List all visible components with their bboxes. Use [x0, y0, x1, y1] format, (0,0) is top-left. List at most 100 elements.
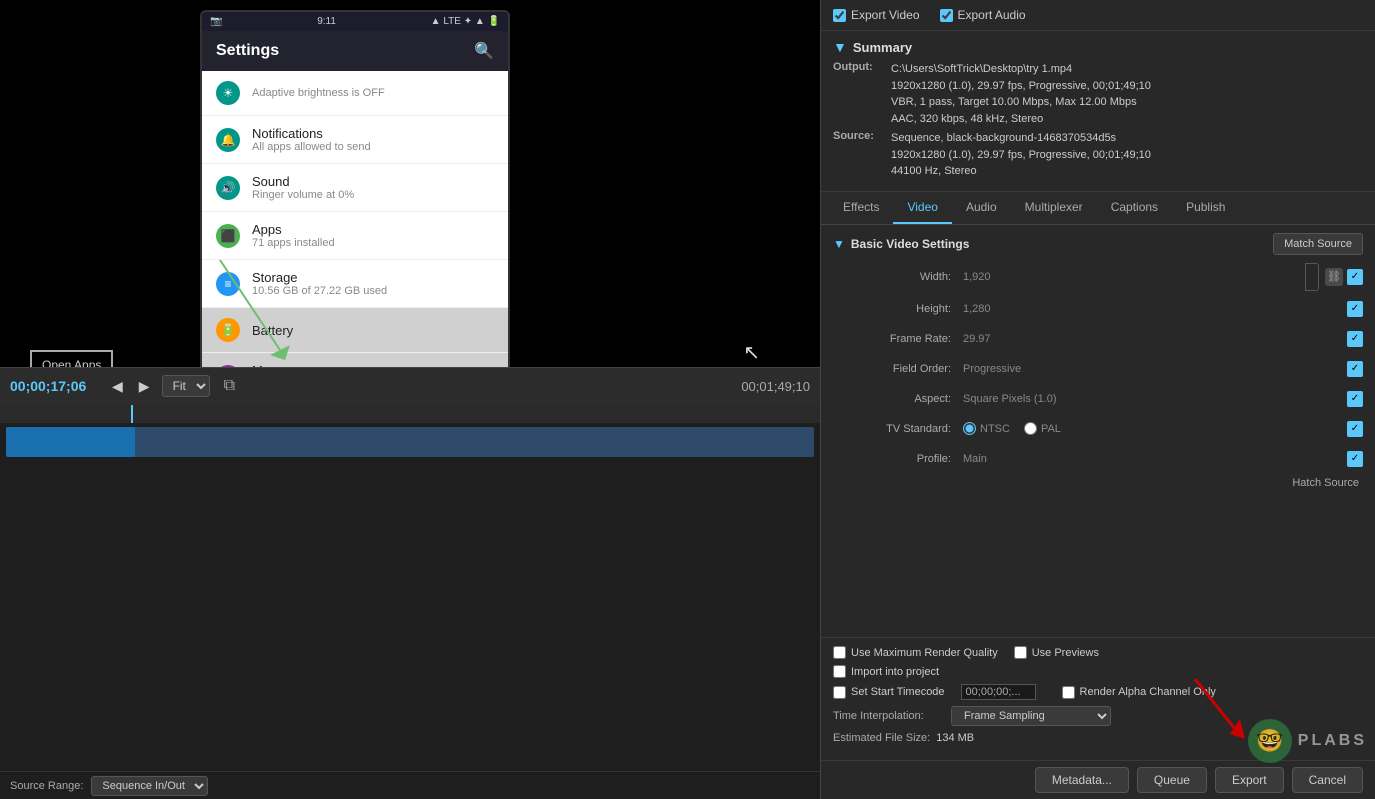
- render-alpha-checkbox[interactable]: Render Alpha Channel Only: [1062, 686, 1216, 699]
- start-timecode-input[interactable]: [961, 684, 1036, 700]
- export-video-checkbox[interactable]: Export Video: [833, 8, 920, 22]
- pal-radio[interactable]: PAL: [1024, 422, 1061, 435]
- video-track: [6, 427, 814, 457]
- width-value: 1,920: [963, 271, 1305, 283]
- export-top: Export Video Export Audio: [821, 0, 1375, 31]
- playhead-marker: [131, 405, 133, 423]
- tab-publish[interactable]: Publish: [1172, 192, 1239, 224]
- summary-output-label: Output:: [833, 61, 883, 127]
- max-render-quality-checkbox[interactable]: Use Maximum Render Quality: [833, 646, 998, 659]
- field-order-checkbox[interactable]: ✓: [1347, 361, 1363, 377]
- height-label: Height:: [833, 303, 963, 315]
- video-preview: 📷 9:11 ▲ LTE ✦ ▲ 🔋 Settings 🔍 ☀ Adaptive…: [0, 0, 820, 367]
- profile-checkbox[interactable]: ✓: [1347, 451, 1363, 467]
- time-interpolation-select[interactable]: Frame Sampling: [951, 706, 1111, 726]
- track-progress: [6, 427, 135, 457]
- settings-apps-text: Apps 71 apps installed: [252, 222, 335, 249]
- overlay-box: Open Apps: [30, 350, 113, 367]
- aspect-label: Aspect:: [833, 393, 963, 405]
- summary-source-row: Source: Sequence, black-background-14683…: [833, 130, 1363, 180]
- summary-collapse-icon[interactable]: ▼: [833, 39, 847, 55]
- height-row: Height: 1,280 ✓: [833, 297, 1363, 321]
- settings-battery-icon: 🔋: [216, 318, 240, 342]
- playhead-bar: [0, 405, 820, 423]
- time-interpolation-label: Time Interpolation:: [833, 710, 943, 722]
- frame-rate-checkbox[interactable]: ✓: [1347, 331, 1363, 347]
- section-collapse-icon[interactable]: ▼: [833, 237, 845, 251]
- set-start-timecode-checkbox[interactable]: Set Start Timecode: [833, 686, 945, 699]
- tab-audio[interactable]: Audio: [952, 192, 1011, 224]
- source-range-label: Source Range:: [10, 780, 83, 792]
- cursor-icon: ↖: [743, 340, 760, 365]
- ntsc-radio[interactable]: NTSC: [963, 422, 1010, 435]
- hatch-source-row: Hatch Source: [833, 477, 1363, 489]
- summary-source-label: Source:: [833, 130, 883, 180]
- tab-effects[interactable]: Effects: [829, 192, 893, 224]
- settings-brightness-text: Adaptive brightness is OFF: [252, 87, 385, 99]
- queue-button[interactable]: Queue: [1137, 767, 1207, 793]
- field-order-value: Progressive: [963, 363, 1347, 375]
- basic-video-title: Basic Video Settings: [851, 237, 969, 251]
- link-icon: ⧉: [224, 377, 235, 395]
- import-project-checkbox[interactable]: Import into project: [833, 665, 939, 678]
- tab-multiplexer[interactable]: Multiplexer: [1011, 192, 1097, 224]
- export-button[interactable]: Export: [1215, 767, 1284, 793]
- hatch-source-label: Hatch Source: [1292, 477, 1359, 489]
- settings-item-apps: ⬛ Apps 71 apps installed: [202, 212, 508, 260]
- width-row: Width: 1,920 ⛓ ✓: [833, 263, 1363, 291]
- settings-notifications-icon: 🔔: [216, 128, 240, 152]
- export-audio-checkbox[interactable]: Export Audio: [940, 8, 1026, 22]
- settings-panel: ▼ Basic Video Settings Match Source Widt…: [821, 225, 1375, 638]
- phone-settings-title: Settings: [216, 42, 279, 60]
- height-value: 1,280: [963, 303, 1347, 315]
- settings-item-storage: ≡ Storage 10.56 GB of 27.22 GB used: [202, 260, 508, 308]
- phone-search-icon: 🔍: [474, 41, 494, 61]
- phone-statusbar: 📷 9:11 ▲ LTE ✦ ▲ 🔋: [202, 12, 508, 31]
- profile-label: Profile:: [833, 453, 963, 465]
- tab-video[interactable]: Video: [893, 192, 951, 224]
- timeline-controls: 00;00;17;06 ◀ ▶ Fit ⧉ 00;01;49;10: [0, 367, 820, 405]
- settings-item-memory: ▪ Memory Avg 2.3 GB of 2.8 GB memory use…: [202, 353, 508, 367]
- options-row-3: Set Start Timecode Render Alpha Channel …: [833, 684, 1363, 700]
- frame-rate-value: 29.97: [963, 333, 1347, 345]
- height-checkbox[interactable]: ✓: [1347, 301, 1363, 317]
- phone-mockup: 📷 9:11 ▲ LTE ✦ ▲ 🔋 Settings 🔍 ☀ Adaptive…: [200, 10, 510, 367]
- source-range-dropdown[interactable]: Sequence In/Out: [91, 776, 208, 796]
- cancel-button[interactable]: Cancel: [1292, 767, 1363, 793]
- tv-standard-checkbox[interactable]: ✓: [1347, 421, 1363, 437]
- settings-item-battery: 🔋 Battery: [202, 308, 508, 353]
- width-checkbox[interactable]: ✓: [1347, 269, 1363, 285]
- settings-battery-text: Battery: [252, 323, 293, 338]
- phone-time: 9:11: [317, 16, 336, 27]
- timeline-track: [0, 405, 820, 772]
- frame-rate-label: Frame Rate:: [833, 333, 963, 345]
- settings-storage-text: Storage 10.56 GB of 27.22 GB used: [252, 270, 387, 297]
- profile-value: Main: [963, 453, 1347, 465]
- action-buttons: Metadata... Queue Export Cancel: [821, 760, 1375, 799]
- field-order-label: Field Order:: [833, 363, 963, 375]
- transport-next-btn[interactable]: ▶: [135, 376, 154, 397]
- summary-title: Summary: [853, 40, 912, 55]
- settings-memory-icon: ▪: [216, 365, 240, 367]
- profile-row: Profile: Main ✓: [833, 447, 1363, 471]
- settings-brightness-icon: ☀: [216, 81, 240, 105]
- settings-apps-icon: ⬛: [216, 224, 240, 248]
- overlay-box-label: Open Apps: [42, 358, 101, 367]
- settings-notifications-text: Notifications All apps allowed to send: [252, 126, 371, 153]
- match-source-button[interactable]: Match Source: [1273, 233, 1363, 255]
- metadata-button[interactable]: Metadata...: [1035, 767, 1129, 793]
- fit-dropdown[interactable]: Fit: [162, 375, 210, 397]
- phone-icons-right: ▲ LTE ✦ ▲ 🔋: [431, 16, 500, 27]
- options-row-1: Use Maximum Render Quality Use Previews: [833, 646, 1363, 659]
- transport-prev-btn[interactable]: ◀: [108, 376, 127, 397]
- source-range-bar: Source Range: Sequence In/Out: [0, 771, 820, 799]
- file-size-label: Estimated File Size:: [833, 732, 930, 744]
- tab-captions[interactable]: Captions: [1097, 192, 1172, 224]
- phone-icons-left: 📷: [210, 16, 222, 27]
- phone-header: Settings 🔍: [202, 31, 508, 71]
- aspect-checkbox[interactable]: ✓: [1347, 391, 1363, 407]
- watermark-text: PLABS: [1298, 732, 1367, 750]
- use-previews-checkbox[interactable]: Use Previews: [1014, 646, 1099, 659]
- tabs-row: Effects Video Audio Multiplexer Captions…: [821, 192, 1375, 225]
- link-bracket: [1305, 263, 1319, 291]
